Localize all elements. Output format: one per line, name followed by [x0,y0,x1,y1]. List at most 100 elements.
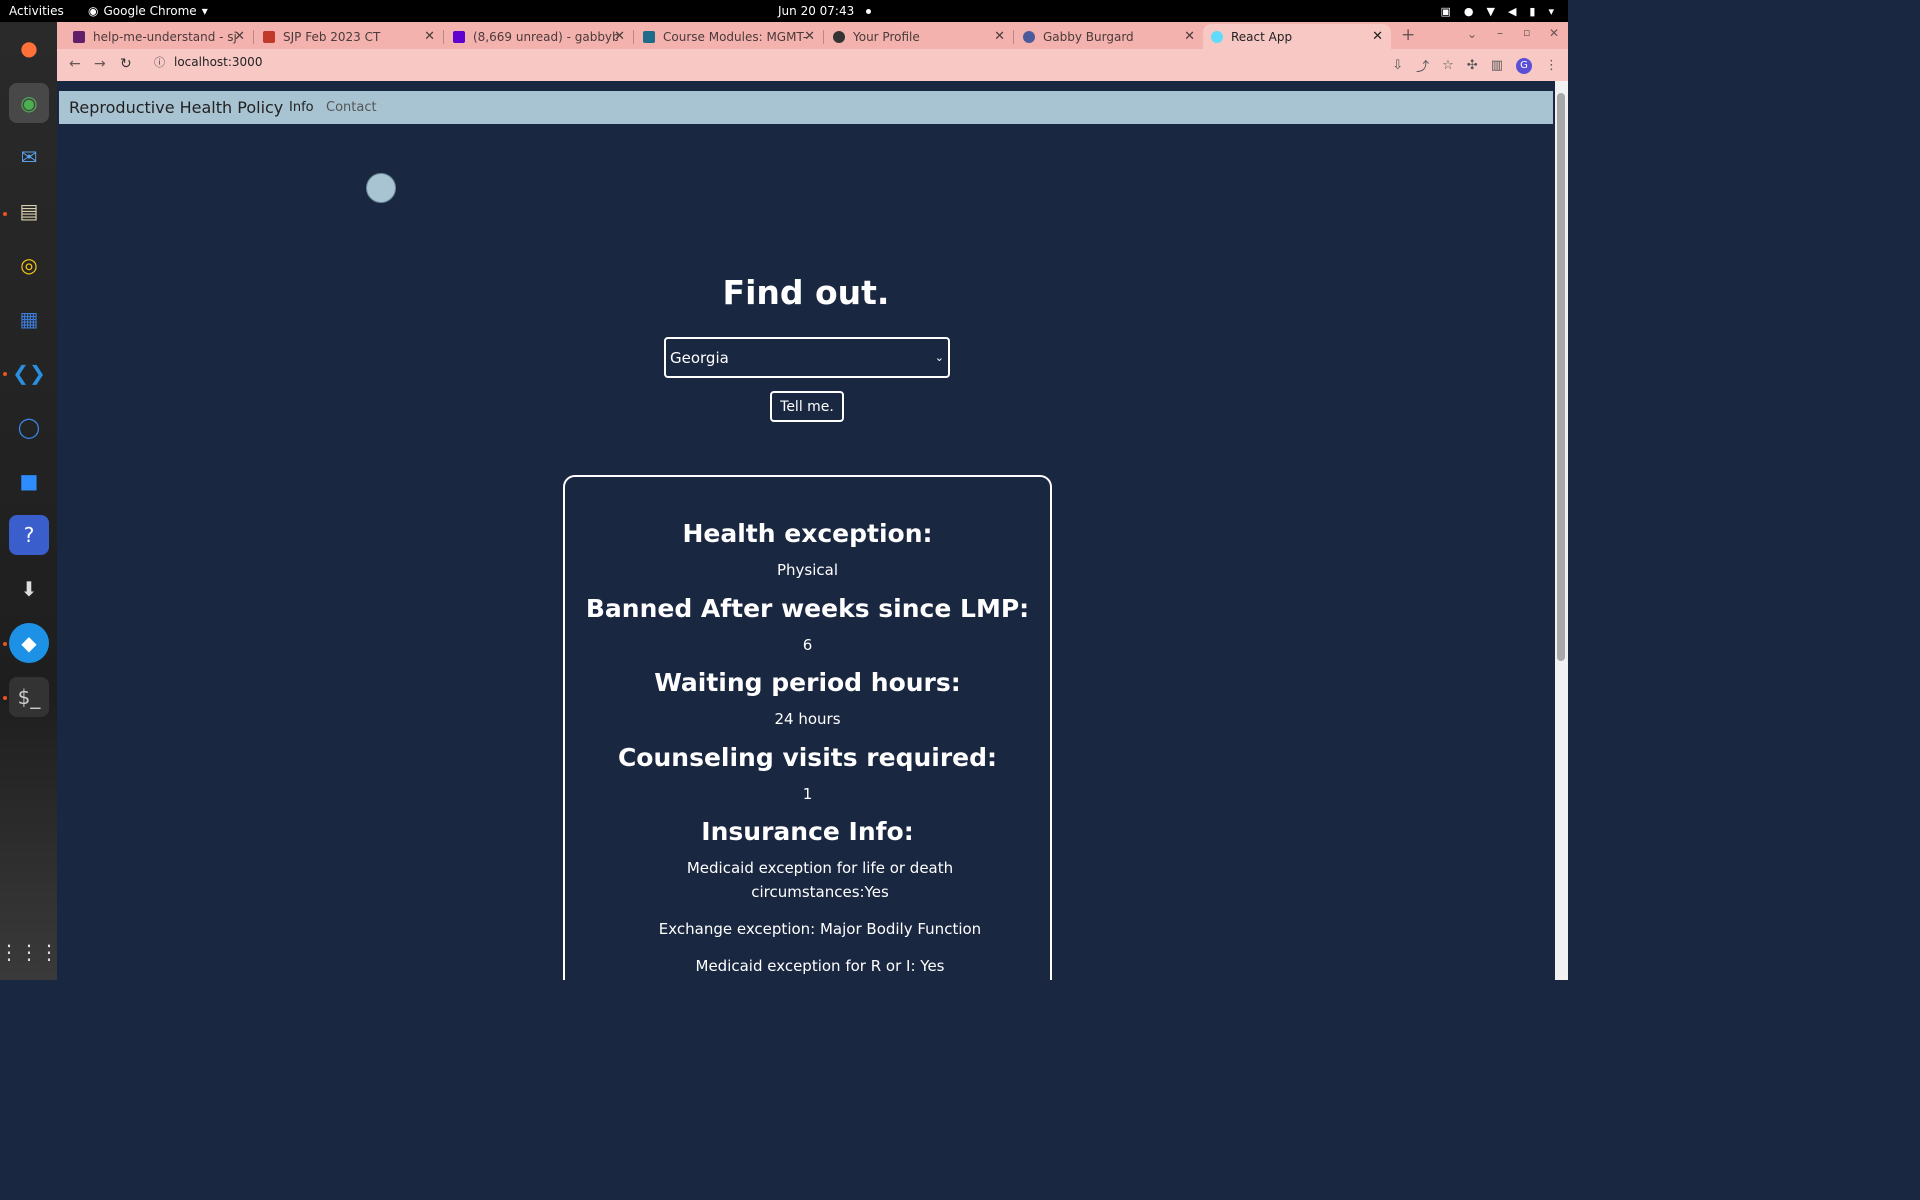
files-icon[interactable]: ▤ [9,191,49,231]
install-app-icon[interactable]: ⇩ [1392,58,1403,73]
maximize-button[interactable]: ▫ [1523,26,1530,39]
sjp-favicon-icon [263,30,275,43]
zoom-tray-icon: ● [1463,4,1474,18]
tab-strip: help-me-understand - sjp ✕ SJP Feb 2023 … [57,22,1568,49]
page-title: Find out. [722,273,890,312]
waiting-period-heading: Waiting period hours: [654,668,961,697]
toolbar-actions: ⇩ ⤴ ☆ ✣ ▥ G ⋮ [1392,56,1558,75]
globe-favicon-icon [1023,30,1035,43]
address-bar[interactable]: ⓘ localhost:3000 [154,54,262,70]
back-button[interactable]: ← [69,56,81,72]
tab-sjp[interactable]: SJP Feb 2023 CT ✕ [255,24,443,49]
tell-me-button[interactable]: Tell me. [770,391,844,422]
tab-gabby-burgard[interactable]: Gabby Burgard ✕ [1015,24,1203,49]
minimize-button[interactable]: – [1497,26,1503,40]
github-favicon-icon [833,30,845,43]
page-content: Reproductive Health Policy Info Contact … [57,81,1555,980]
tab-separator [1013,30,1014,44]
state-select[interactable]: Georgia ⌄ [664,337,950,378]
activities-button[interactable]: Activities [9,4,64,18]
rhythmbox-icon[interactable]: ◎ [9,245,49,285]
tab-slack[interactable]: help-me-understand - sjp ✕ [65,24,253,49]
close-icon[interactable]: ✕ [804,29,815,44]
docker-icon[interactable]: ◆ [9,623,49,663]
running-indicator [3,372,7,376]
insurance-exchange-exception: Exchange exception: Major Bodily Functio… [658,920,982,938]
help-icon[interactable]: ? [9,515,49,555]
health-exception-value: Physical [776,561,839,579]
tab-separator [823,30,824,44]
battery-icon: ▮ [1529,4,1536,18]
signal-icon[interactable]: ◯ [9,407,49,447]
canvas-favicon-icon [643,30,655,43]
system-tray[interactable]: ▣ ● ▼ ◀ ▮ ▾ [1440,5,1554,18]
vscode-icon[interactable]: ❮❯ [9,353,49,393]
info-icon[interactable]: ⓘ [154,54,165,70]
tab-separator [443,30,444,44]
tab-github-profile[interactable]: Your Profile ✕ [825,24,1013,49]
writer-icon[interactable]: ▦ [9,299,49,339]
close-icon[interactable]: ✕ [424,29,435,44]
running-indicator [3,696,7,700]
reload-button[interactable]: ↻ [120,56,132,72]
show-apps-icon[interactable]: ⋮⋮⋮ [0,932,59,972]
app-menu[interactable]: ◉ Google Chrome ▾ [88,4,208,18]
terminal-icon[interactable]: $_ [9,677,49,717]
slack-favicon-icon [73,30,85,43]
waiting-period-value: 24 hours [774,710,841,728]
counseling-heading: Counseling visits required: [617,743,998,772]
close-icon[interactable]: ✕ [994,29,1005,44]
new-tab-button[interactable]: + [1401,25,1415,45]
health-exception-heading: Health exception: [682,519,933,548]
nav-link-info[interactable]: Info [289,100,314,115]
share-icon[interactable]: ⤴ [1416,56,1429,75]
tab-course-modules[interactable]: Course Modules: MGMT- ✕ [635,24,823,49]
volume-icon: ◀ [1507,4,1517,18]
banned-after-heading: Banned After weeks since LMP: [585,594,1030,623]
insurance-medicaid-life: Medicaid exception for life or death cir… [686,859,954,901]
site-brand[interactable]: Reproductive Health Policy [69,98,283,117]
close-icon[interactable]: ✕ [234,29,245,44]
chevron-down-icon: ▾ [1548,4,1554,18]
chevron-down-icon: ⌄ [934,351,944,364]
app-menu-label: Google Chrome [103,4,197,18]
results-card: Health exception: Physical Banned After … [563,475,1052,980]
clock[interactable]: Jun 20 07:43 [778,4,872,18]
close-icon[interactable]: ✕ [1184,29,1195,44]
tab-react-app[interactable]: React App ✕ [1203,24,1391,49]
wifi-icon: ▼ [1486,4,1495,18]
page-scrollbar[interactable] [1555,81,1568,980]
insurance-heading: Insurance Info: [701,817,914,846]
react-favicon-icon [1211,30,1223,43]
extensions-icon[interactable]: ✣ [1467,58,1478,73]
yahoo-mail-favicon-icon [453,30,465,43]
kebab-menu-icon[interactable]: ⋮ [1545,58,1558,73]
running-indicator [3,642,7,646]
thunderbird-icon[interactable]: ✉ [9,137,49,177]
tab-label: SJP Feb 2023 CT [283,29,381,44]
tab-label: Gabby Burgard [1043,29,1134,44]
tab-label: (8,669 unread) - gabbybu [473,29,618,44]
tab-yahoo-mail[interactable]: (8,669 unread) - gabbybu ✕ [445,24,633,49]
close-icon[interactable]: ✕ [614,29,625,44]
system-top-bar: Activities ◉ Google Chrome ▾ Jun 20 07:4… [0,0,1568,22]
bookmark-star-icon[interactable]: ☆ [1442,58,1454,73]
nav-link-contact[interactable]: Contact [326,100,377,115]
firefox-icon[interactable]: ● [9,28,49,68]
tab-label: React App [1231,29,1293,44]
close-icon[interactable]: ✕ [1372,29,1383,44]
counseling-value: 1 [802,785,813,803]
tab-search-button[interactable]: ⌄ [1467,27,1477,41]
profile-avatar[interactable]: G [1516,57,1532,74]
tab-label: Your Profile [853,29,920,44]
chrome-icon[interactable]: ◉ [9,83,49,123]
forward-button[interactable]: → [94,56,106,72]
docker-tray-icon: ▣ [1440,4,1451,18]
side-panel-icon[interactable]: ▥ [1491,58,1503,73]
scrollbar-thumb[interactable] [1557,93,1565,661]
software-updater-icon[interactable]: ⬇ [9,569,49,609]
zoom-icon[interactable]: ■ [9,461,49,501]
clock-label: Jun 20 07:43 [778,4,855,18]
browser-toolbar: ← → ↻ ⓘ localhost:3000 ⇩ ⤴ ☆ ✣ ▥ G ⋮ [57,49,1568,81]
window-close-button[interactable]: ✕ [1549,26,1559,40]
